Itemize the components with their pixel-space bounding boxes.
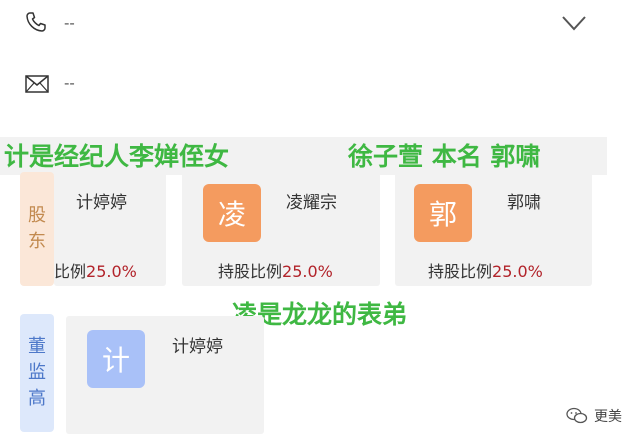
avatar: 郭	[414, 184, 472, 242]
board-tab-label-2: 监	[28, 362, 46, 383]
board-tab-label-1: 董	[28, 336, 46, 357]
shareholder-card-3[interactable]: 郭 郭啸 持股比例25.0%	[395, 172, 592, 286]
annotation-top-right: 徐子萱 本名 郭啸	[348, 142, 541, 171]
board-tab[interactable]: 董 监 高	[20, 314, 54, 432]
shareholder-ratio: 持股比例25.0%	[218, 258, 333, 282]
shareholders-tab[interactable]: 股 东	[20, 172, 54, 286]
shareholder-card-1[interactable]: 计婷婷 比例25.0%	[54, 172, 166, 286]
avatar: 计	[87, 330, 145, 388]
shareholders-tab-label-2: 东	[28, 231, 46, 252]
annotation-top-left: 计是经纪人李婵侄女	[4, 142, 230, 171]
shareholder-ratio: 比例25.0%	[54, 258, 137, 282]
shareholder-name: 计婷婷	[76, 193, 127, 213]
ratio-value: 25.0%	[86, 262, 137, 281]
ratio-value: 25.0%	[492, 262, 543, 281]
board-tab-label-3: 高	[28, 388, 46, 409]
ratio-label: 持股比例	[428, 262, 493, 281]
phone-value: --	[64, 14, 75, 32]
ratio-value: 25.0%	[282, 262, 333, 281]
watermark: 更美	[566, 406, 622, 426]
shareholder-name: 凌耀宗	[286, 193, 337, 213]
board-card-1[interactable]: 计 计婷婷	[66, 316, 264, 434]
avatar: 凌	[203, 184, 261, 242]
shareholder-card-2[interactable]: 凌 凌耀宗 持股比例25.0%	[182, 172, 380, 286]
wechat-icon	[566, 407, 588, 424]
chevron-down-icon[interactable]	[562, 14, 586, 34]
ratio-label: 比例	[54, 262, 87, 281]
email-value: --	[64, 74, 75, 92]
email-icon	[24, 72, 50, 96]
shareholder-ratio: 持股比例25.0%	[428, 258, 543, 282]
phone-icon	[23, 10, 49, 34]
shareholders-tab-label-1: 股	[28, 205, 46, 226]
ratio-label: 持股比例	[218, 262, 283, 281]
watermark-text: 更美	[594, 409, 622, 425]
shareholder-name: 郭啸	[507, 193, 541, 213]
board-member-name: 计婷婷	[172, 337, 223, 357]
